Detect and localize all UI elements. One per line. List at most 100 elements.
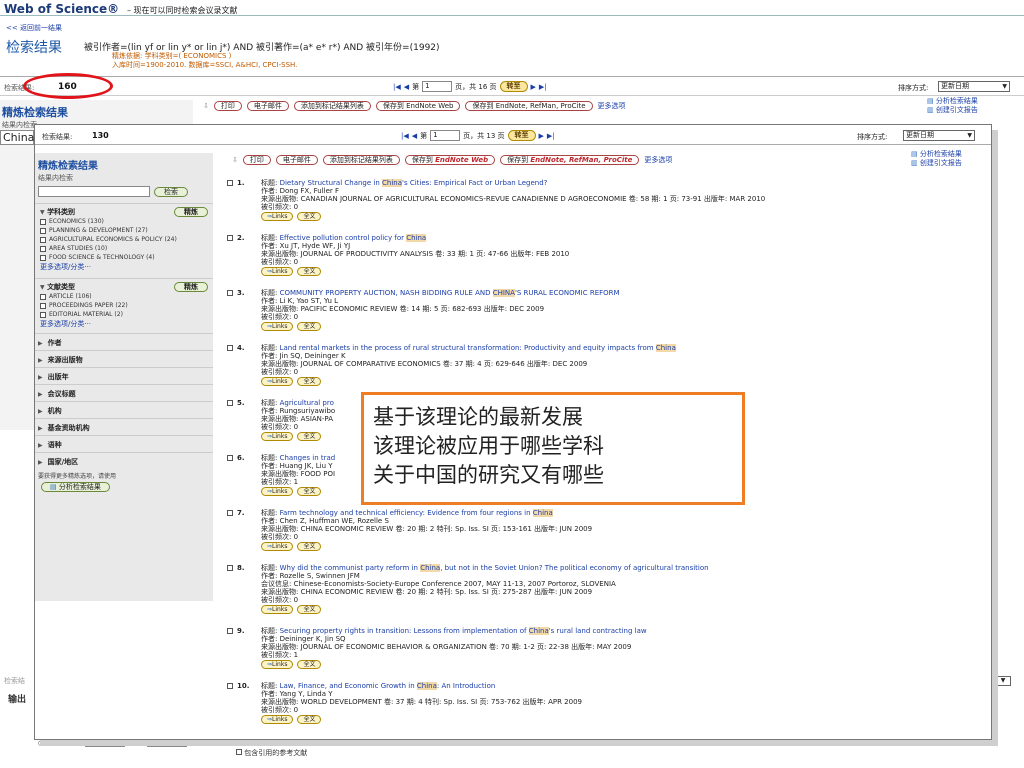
subject-checkbox[interactable] bbox=[40, 227, 46, 234]
bg-include-refs-checkbox[interactable] bbox=[236, 749, 242, 755]
record-title-link[interactable]: Law, Finance, and Economic Growth in Chi… bbox=[280, 682, 495, 690]
first-page-icon[interactable]: |◀ bbox=[393, 83, 401, 91]
record-checkbox[interactable] bbox=[227, 290, 233, 296]
doctype-more-link[interactable]: 更多选项/分类··· bbox=[35, 319, 91, 328]
bg-analyze-link[interactable]: 分析检索结果 bbox=[936, 97, 978, 105]
panel-page-input[interactable]: 1 bbox=[430, 130, 461, 141]
record-checkbox[interactable] bbox=[227, 455, 233, 461]
record-title-link[interactable]: Changes in trad bbox=[280, 454, 336, 462]
record-title-link[interactable]: Securing property rights in transition: … bbox=[280, 627, 647, 635]
links-button[interactable]: ⇒Links bbox=[261, 432, 294, 441]
facet-institution[interactable]: ▶ 机构 bbox=[35, 401, 213, 418]
doctype-option[interactable]: PROCEEDINGS PAPER (22) bbox=[35, 301, 213, 310]
panel-first-page-icon[interactable]: |◀ bbox=[401, 132, 409, 140]
bg-print-button[interactable]: 打印 bbox=[213, 101, 242, 111]
facet-funding[interactable]: ▶ 基金资助机构 bbox=[35, 418, 213, 435]
facet-source[interactable]: ▶ 来源出版物 bbox=[35, 350, 213, 367]
citation-report-link[interactable]: 创建引文报告 bbox=[920, 159, 962, 167]
bg-bottom-dropdown-icon[interactable]: ▼ bbox=[995, 676, 1011, 686]
doctype-checkbox[interactable] bbox=[40, 311, 46, 318]
prev-page-icon[interactable]: ◀ bbox=[404, 83, 409, 91]
brand-logo[interactable]: Web of Science® bbox=[4, 2, 119, 16]
panel-next-page-icon[interactable]: ▶ bbox=[539, 132, 544, 140]
links-button[interactable]: ⇒Links bbox=[261, 542, 294, 551]
page-input[interactable]: 1 bbox=[422, 81, 453, 92]
bg-email-button[interactable]: 电子邮件 bbox=[246, 101, 289, 111]
search-within-input[interactable] bbox=[38, 186, 150, 197]
full-text-button[interactable]: 全文 bbox=[297, 432, 322, 441]
record-title-link[interactable]: Dietary Structural Change in China's Cit… bbox=[280, 179, 547, 187]
record-checkbox[interactable] bbox=[227, 565, 233, 571]
record-checkbox[interactable] bbox=[227, 400, 233, 406]
record-title-link[interactable]: COMMUNITY PROPERTY AUCTION, NASH BIDDING… bbox=[280, 289, 620, 297]
full-text-button[interactable]: 全文 bbox=[297, 487, 322, 496]
full-text-button[interactable]: 全文 bbox=[297, 322, 322, 331]
facet-authors[interactable]: ▶ 作者 bbox=[35, 333, 213, 350]
links-button[interactable]: ⇒Links bbox=[261, 322, 294, 331]
doctype-toggle[interactable]: ▼ 文献类型 bbox=[40, 282, 75, 292]
full-text-button[interactable]: 全文 bbox=[297, 377, 322, 386]
full-text-button[interactable]: 全文 bbox=[297, 542, 322, 551]
full-text-button[interactable]: 全文 bbox=[297, 660, 322, 669]
record-checkbox[interactable] bbox=[227, 683, 233, 689]
last-page-icon[interactable]: ▶| bbox=[539, 83, 547, 91]
record-title-link[interactable]: Effective pollution control policy for C… bbox=[280, 234, 427, 242]
subject-more-link[interactable]: 更多选项/分类··· bbox=[35, 262, 91, 271]
record-title-link[interactable]: Land rental markets in the process of ru… bbox=[280, 344, 676, 352]
subject-checkbox[interactable] bbox=[40, 245, 46, 252]
subject-checkbox[interactable] bbox=[40, 254, 46, 261]
bg-more-options[interactable]: 更多选项 bbox=[598, 101, 626, 111]
record-title-link[interactable]: Why did the communist party reform in Ch… bbox=[280, 564, 709, 572]
subject-option[interactable]: PLANNING & DEVELOPMENT (27) bbox=[35, 226, 213, 235]
bg-save-endnote-web[interactable]: 保存到 EndNote Web bbox=[375, 101, 461, 111]
full-text-button[interactable]: 全文 bbox=[297, 212, 322, 221]
back-link[interactable]: << 返回前一结果 bbox=[6, 23, 62, 33]
go-button[interactable]: 转至 bbox=[499, 81, 528, 92]
panel-last-page-icon[interactable]: ▶| bbox=[547, 132, 555, 140]
record-checkbox[interactable] bbox=[227, 628, 233, 634]
save-endnote-web-button[interactable]: 保存到 EndNote Web bbox=[404, 155, 496, 165]
links-button[interactable]: ⇒Links bbox=[261, 212, 294, 221]
more-options-link[interactable]: 更多选项 bbox=[644, 155, 672, 165]
panel-prev-page-icon[interactable]: ◀ bbox=[412, 132, 417, 140]
subject-checkbox[interactable] bbox=[40, 236, 46, 243]
subject-option[interactable]: AGRICULTURAL ECONOMICS & POLICY (24) bbox=[35, 235, 213, 244]
record-title-link[interactable]: Agricultural pro bbox=[280, 399, 334, 407]
links-button[interactable]: ⇒Links bbox=[261, 377, 294, 386]
full-text-button[interactable]: 全文 bbox=[297, 267, 322, 276]
subject-refine-button[interactable]: 精炼 bbox=[174, 207, 208, 217]
record-checkbox[interactable] bbox=[227, 510, 233, 516]
doctype-refine-button[interactable]: 精炼 bbox=[174, 282, 208, 292]
bg-citation-report-link[interactable]: 创建引文报告 bbox=[936, 106, 978, 114]
bg-save-endnote[interactable]: 保存到 EndNote, RefMan, ProCite bbox=[465, 101, 593, 111]
search-within-button[interactable]: 检索 bbox=[154, 186, 188, 197]
facet-language[interactable]: ▶ 语种 bbox=[35, 435, 213, 452]
doctype-option[interactable]: ARTICLE (106) bbox=[35, 292, 213, 301]
save-endnote-button[interactable]: 保存到 EndNote, RefMan, ProCite bbox=[500, 155, 640, 165]
record-checkbox[interactable] bbox=[227, 345, 233, 351]
email-button[interactable]: 电子邮件 bbox=[275, 155, 318, 165]
links-button[interactable]: ⇒Links bbox=[261, 487, 294, 496]
subject-option[interactable]: FOOD SCIENCE & TECHNOLOGY (4) bbox=[35, 253, 213, 262]
full-text-button[interactable]: 全文 bbox=[297, 715, 322, 724]
subject-option[interactable]: AREA STUDIES (10) bbox=[35, 244, 213, 253]
links-button[interactable]: ⇒Links bbox=[261, 605, 294, 614]
next-page-icon[interactable]: ▶ bbox=[531, 83, 536, 91]
doctype-checkbox[interactable] bbox=[40, 293, 46, 300]
subject-option[interactable]: ECONOMICS (130) bbox=[35, 217, 213, 226]
print-button[interactable]: 打印 bbox=[242, 155, 271, 165]
record-checkbox[interactable] bbox=[227, 180, 233, 186]
sort-select[interactable]: 更新日期 bbox=[938, 81, 1010, 92]
panel-sort-select[interactable]: 更新日期 bbox=[903, 130, 975, 141]
facet-conference[interactable]: ▶ 会议标题 bbox=[35, 384, 213, 401]
add-marked-list-button[interactable]: 添加到标记结果列表 bbox=[322, 155, 400, 165]
bg-search-value[interactable]: China bbox=[0, 130, 34, 145]
links-button[interactable]: ⇒Links bbox=[261, 715, 294, 724]
record-checkbox[interactable] bbox=[227, 235, 233, 241]
bg-include-refs[interactable]: 包含引用的参考文献 bbox=[236, 748, 307, 758]
links-button[interactable]: ⇒Links bbox=[261, 660, 294, 669]
bg-marked-list-button[interactable]: 添加到标记结果列表 bbox=[293, 101, 371, 111]
record-title-link[interactable]: Farm technology and technical efficiency… bbox=[280, 509, 553, 517]
sidebar-analyze-button[interactable]: ▤ 分析检索结果 bbox=[41, 482, 110, 492]
doctype-option[interactable]: EDITORIAL MATERIAL (2) bbox=[35, 310, 213, 319]
